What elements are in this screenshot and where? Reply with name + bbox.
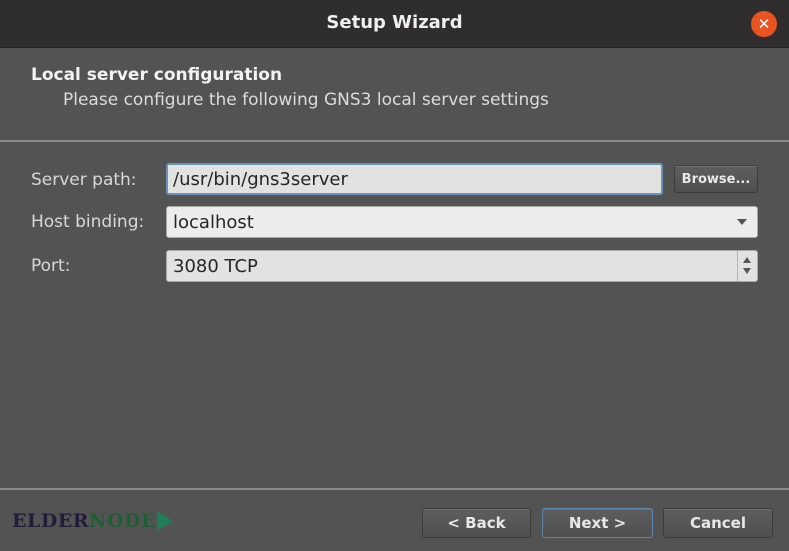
next-label: Next > xyxy=(568,514,627,532)
server-path-label: Server path: xyxy=(31,170,137,190)
cancel-button[interactable]: Cancel xyxy=(663,508,773,538)
logo-text-elder: ELDER xyxy=(12,510,90,532)
spin-up-icon[interactable] xyxy=(743,257,751,263)
eldernode-logo: ELDER NODE xyxy=(12,510,173,532)
cancel-label: Cancel xyxy=(689,514,746,532)
chevron-down-icon xyxy=(737,219,747,225)
server-path-input[interactable]: /usr/bin/gns3server xyxy=(166,163,663,195)
browse-button[interactable]: Browse... xyxy=(674,165,758,193)
footer-divider xyxy=(0,488,789,490)
close-icon: ✕ xyxy=(757,15,771,33)
header-divider xyxy=(0,140,789,142)
port-stepper[interactable] xyxy=(737,251,757,281)
back-label: < Back xyxy=(447,514,506,532)
page-subtitle: Please configure the following GNS3 loca… xyxy=(63,90,549,110)
back-button[interactable]: < Back xyxy=(422,508,531,538)
port-label: Port: xyxy=(31,256,71,276)
port-spinbox[interactable]: 3080 TCP xyxy=(166,250,758,282)
title-bar: Setup Wizard ✕ xyxy=(0,0,789,48)
window-title: Setup Wizard xyxy=(326,12,463,33)
browse-label: Browse... xyxy=(681,171,751,187)
server-path-value: /usr/bin/gns3server xyxy=(173,169,348,190)
page-title: Local server configuration xyxy=(31,65,283,85)
close-button[interactable]: ✕ xyxy=(751,11,777,37)
logo-text-node: NODE xyxy=(89,510,156,532)
spin-down-icon[interactable] xyxy=(743,268,751,274)
host-binding-value: localhost xyxy=(173,212,254,233)
host-binding-select[interactable]: localhost xyxy=(166,206,758,238)
next-button[interactable]: Next > xyxy=(542,508,653,538)
host-binding-label: Host binding: xyxy=(31,212,145,232)
logo-arrow-icon xyxy=(156,511,173,531)
port-value: 3080 TCP xyxy=(173,256,258,277)
